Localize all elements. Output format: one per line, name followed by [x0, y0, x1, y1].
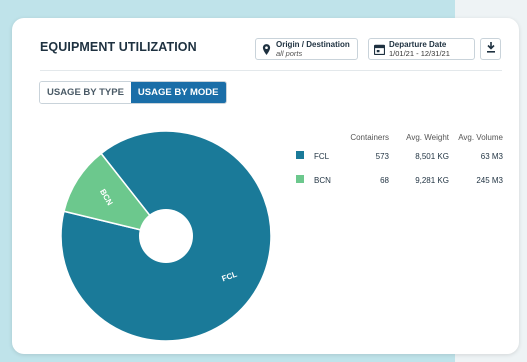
calendar-icon	[369, 44, 389, 55]
row-containers: 573	[375, 151, 389, 161]
row-name: FCL	[314, 151, 330, 161]
mode-summary-table: Containers Avg. Weight Avg. Volume FCL 5…	[296, 130, 503, 192]
row-containers: 68	[380, 175, 389, 185]
tab-usage-by-type[interactable]: USAGE BY TYPE	[40, 82, 131, 103]
table-row-bcn: BCN 68 9,281 KG 245 M3	[296, 168, 503, 192]
departure-date-filter[interactable]: Departure Date 1/01/21 - 12/31/21	[368, 38, 475, 60]
date-filter-label: Departure Date	[389, 40, 447, 49]
origin-destination-filter[interactable]: Origin / Destination all ports	[255, 38, 358, 60]
row-avg-weight: 9,281 KG	[415, 175, 449, 185]
date-filter-value: 1/01/21 - 12/31/21	[389, 49, 450, 58]
header-avg-volume: Avg. Volume	[458, 132, 503, 142]
fcl-legend-swatch	[296, 151, 304, 159]
row-name: BCN	[314, 175, 331, 185]
table-row-fcl: FCL 573 8,501 KG 63 M3	[296, 144, 503, 168]
usage-by-mode-pie-chart: FCLBCN	[60, 130, 272, 342]
origin-filter-value: all ports	[276, 49, 303, 58]
download-button[interactable]	[480, 38, 501, 60]
row-avg-volume: 245 M3	[476, 175, 503, 185]
usage-tabs: USAGE BY TYPE USAGE BY MODE	[39, 81, 227, 104]
header-avg-weight: Avg. Weight	[406, 132, 449, 142]
donut-hole	[139, 209, 193, 263]
table-header: Containers Avg. Weight Avg. Volume	[296, 130, 503, 144]
download-icon	[486, 40, 496, 58]
row-avg-volume: 63 M3	[480, 151, 503, 161]
location-pin-icon	[256, 43, 276, 55]
tab-usage-by-mode[interactable]: USAGE BY MODE	[130, 82, 226, 103]
header-divider	[40, 70, 502, 71]
equipment-utilization-card: EQUIPMENT UTILIZATION Origin / Destinati…	[12, 18, 519, 354]
header-containers: Containers	[350, 132, 389, 142]
row-avg-weight: 8,501 KG	[415, 151, 449, 161]
card-title: EQUIPMENT UTILIZATION	[40, 40, 197, 54]
origin-filter-label: Origin / Destination	[276, 40, 350, 49]
bcn-legend-swatch	[296, 175, 304, 183]
